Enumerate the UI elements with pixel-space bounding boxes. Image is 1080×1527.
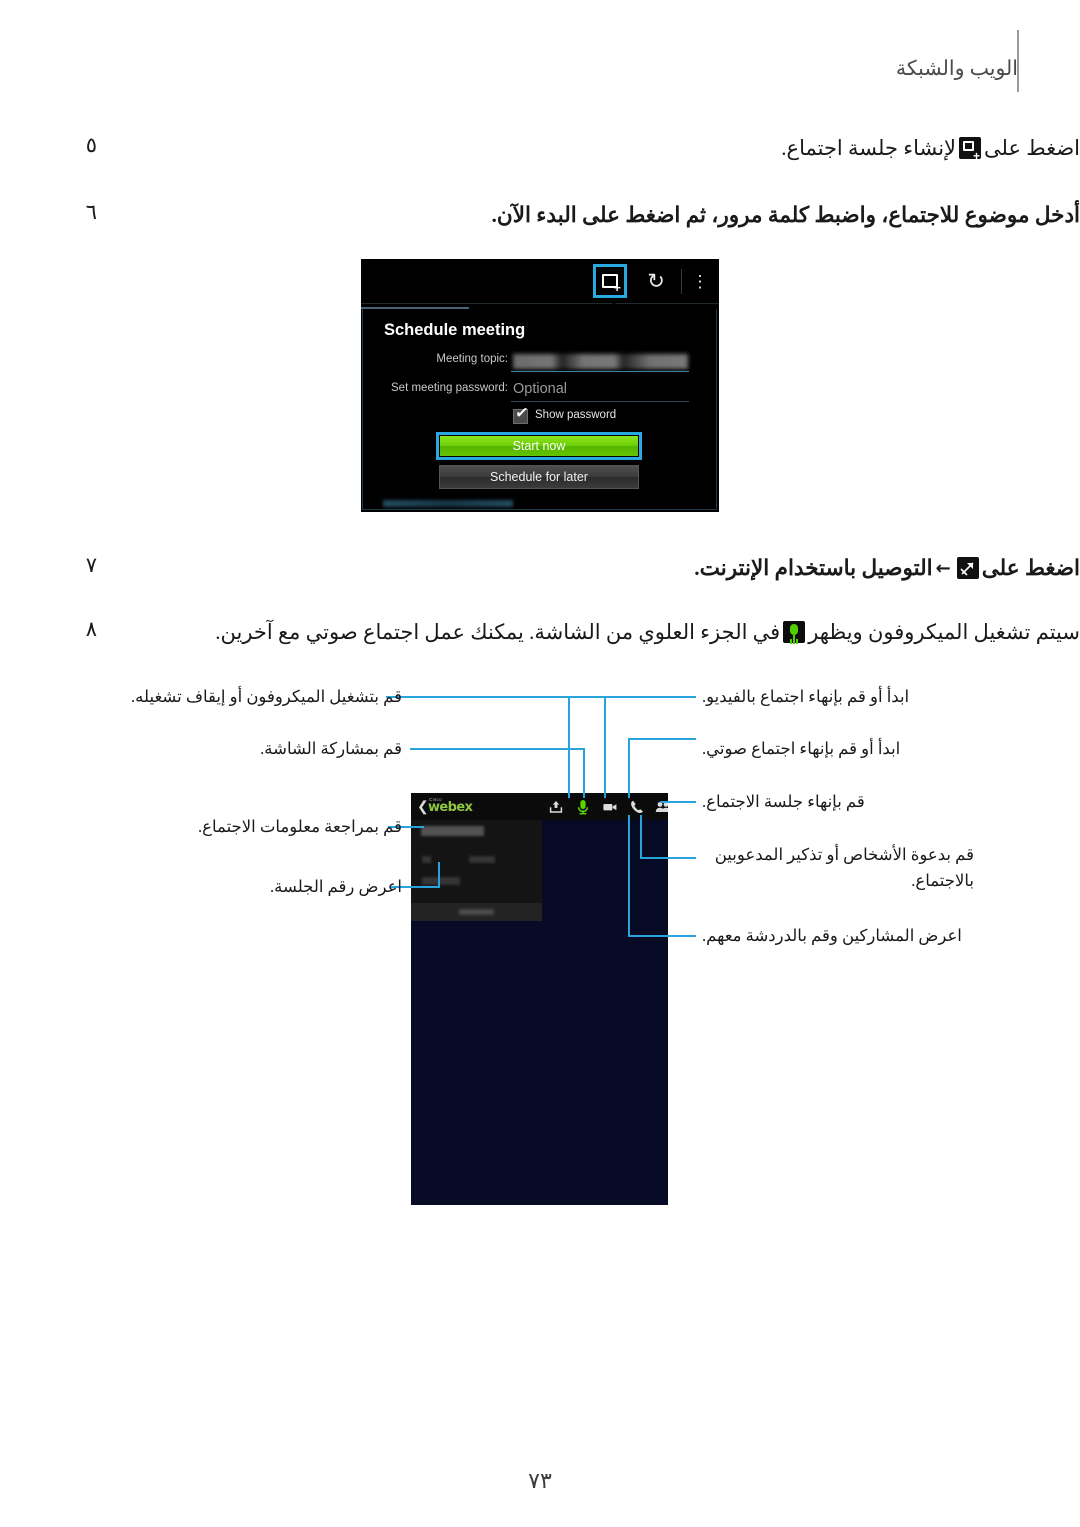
leader-line-right-3-h xyxy=(660,801,696,803)
meeting-password-input[interactable]: Optional xyxy=(513,381,567,397)
schedule-meeting-screenshot: + ↻ ⋮ Schedule meeting Meeting topic: Se… xyxy=(361,259,719,512)
step-7-number: ٧ xyxy=(85,553,97,577)
microphone-icon[interactable] xyxy=(574,798,592,816)
step-7-text-before: اضغط على xyxy=(981,556,1080,580)
leader-line-right-2-v xyxy=(628,738,630,798)
step-7-text-after: التوصيل باستخدام الإنترنت. xyxy=(694,556,933,580)
meeting-info-title-blur xyxy=(421,826,484,836)
new-meeting-icon[interactable]: + xyxy=(593,264,627,298)
step-6-number: ٦ xyxy=(85,200,97,224)
callout-right-5: اعرض المشاركين وقم بالدردشة معهم. xyxy=(702,926,962,945)
dialog-bottom-blur xyxy=(383,500,513,507)
refresh-icon[interactable]: ↻ xyxy=(641,268,671,296)
arrow-icon: ← xyxy=(935,558,951,579)
step-7-text: اضغط على ←التوصيل باستخدام الإنترنت. xyxy=(128,553,1080,584)
action-bar-divider xyxy=(681,269,682,294)
meeting-topic-label: Meeting topic: xyxy=(436,353,508,365)
leader-line-right-1-h2 xyxy=(568,696,696,698)
step-8: ٨ سيتم تشغيل الميكروفون ويظهر في الجزء ال… xyxy=(0,617,1080,657)
microphone-icon xyxy=(783,621,806,643)
video-camera-icon[interactable] xyxy=(601,798,619,816)
step-8-text: سيتم تشغيل الميكروفون ويظهر في الجزء العل… xyxy=(128,617,1080,647)
leader-line-right-1-v xyxy=(568,696,570,798)
dialog-caret xyxy=(606,302,622,310)
meeting-info-panel[interactable] xyxy=(411,820,542,903)
step-5-text-before: اضغط على xyxy=(984,136,1080,160)
callout-right-4: قم بدعوة الأشخاص أو تذكير المدعوبين بالا… xyxy=(714,845,974,890)
leader-line-right-4-h xyxy=(640,857,696,859)
show-password-checkbox[interactable]: ✓ xyxy=(513,404,530,424)
back-chevron-icon[interactable]: ❮ xyxy=(417,799,429,813)
leader-line-right-4-v xyxy=(640,815,642,859)
page-number: ٧٣ xyxy=(528,1468,552,1493)
webex-brand-label: webex xyxy=(428,800,473,815)
connect-icon xyxy=(956,557,979,579)
step-8-text-after: في الجزء العلوي من الشاشة. يمكنك عمل اجت… xyxy=(215,620,781,644)
step-5-text-after: لإنشاء جلسة اجتماع. xyxy=(781,136,957,160)
header-title: الويب والشبكة xyxy=(895,58,1018,80)
new-meeting-icon xyxy=(959,137,982,162)
leader-line-right-5-h xyxy=(628,935,696,937)
step-6: ٦ أدخل موضوع للاجتماع، واضبط كلمة مرور، … xyxy=(0,200,1080,240)
callout-left-1: قم بتشغيل الميكروفون أو إيقاف تشغيله. xyxy=(131,687,402,706)
callout-left-2: قم بمشاركة الشاشة. xyxy=(260,739,402,758)
leader-line-left-2-h xyxy=(410,748,585,750)
show-password-label: Show password xyxy=(535,409,617,421)
page-header: الويب والشبكة xyxy=(0,30,1080,92)
more-options-icon[interactable]: ⋮ xyxy=(688,268,712,296)
checkmark-icon: ✓ xyxy=(513,404,530,423)
meeting-topic-input[interactable] xyxy=(513,354,688,369)
share-screen-icon[interactable] xyxy=(547,798,565,816)
dialog-title: Schedule meeting xyxy=(384,321,526,339)
step-8-number: ٨ xyxy=(85,617,97,641)
schedule-action-bar: + ↻ ⋮ xyxy=(361,259,719,304)
step-6-text: أدخل موضوع للاجتماع، واضبط كلمة مرور، ثم… xyxy=(491,203,1080,227)
meeting-password-underline xyxy=(511,401,689,402)
meeting-password-label: Set meeting password: xyxy=(391,382,508,394)
meeting-info-row-1-label xyxy=(422,856,431,863)
meeting-info-row-1-value xyxy=(469,856,495,863)
step-5-number: ٥ xyxy=(85,133,97,157)
meeting-topic-underline xyxy=(511,371,689,372)
webex-meeting-canvas xyxy=(411,921,668,1205)
callout-right-1: ابدأ أو قم بإنهاء اجتماع بالفيديو. xyxy=(702,687,910,706)
meeting-info-footer-button[interactable] xyxy=(411,903,542,921)
leader-line-left-2-v xyxy=(583,748,585,798)
callout-right-2: ابدأ أو قم بإنهاء اجتماع صوتي. xyxy=(702,739,901,758)
step-7: ٧ اضغط على ←التوصيل باستخدام الإنترنت. xyxy=(0,553,1080,589)
step-5: ٥ اضغط على لإنشاء جلسة اجتماع. xyxy=(0,133,1080,169)
schedule-meeting-dialog: Schedule meeting Meeting topic: Set meet… xyxy=(362,302,717,510)
step-8-text-before: سيتم تشغيل الميكروفون ويظهر xyxy=(808,620,1080,644)
leader-line-right-2-h xyxy=(628,738,696,740)
leader-line-left-4-v xyxy=(438,862,440,888)
leader-line-right-5-v xyxy=(628,815,630,937)
callout-left-4: اعرض رقم الجلسة. xyxy=(270,877,402,896)
action-bar-separator xyxy=(361,303,719,304)
plus-badge-icon: + xyxy=(613,280,621,295)
meeting-session-number-blur xyxy=(422,877,460,885)
callout-right-3: قم بإنهاء جلسة الاجتماع. xyxy=(702,792,865,811)
start-now-button[interactable]: Start now xyxy=(440,436,638,456)
callout-left-3: قم بمراجعة معلومات الاجتماع. xyxy=(198,817,402,836)
schedule-for-later-button[interactable]: Schedule for later xyxy=(439,465,639,489)
phone-icon[interactable] xyxy=(628,798,646,816)
start-now-highlight: Start now xyxy=(436,432,642,460)
step-5-text: اضغط على لإنشاء جلسة اجتماع. xyxy=(128,133,1080,163)
leader-line-left-1-v xyxy=(604,696,606,798)
